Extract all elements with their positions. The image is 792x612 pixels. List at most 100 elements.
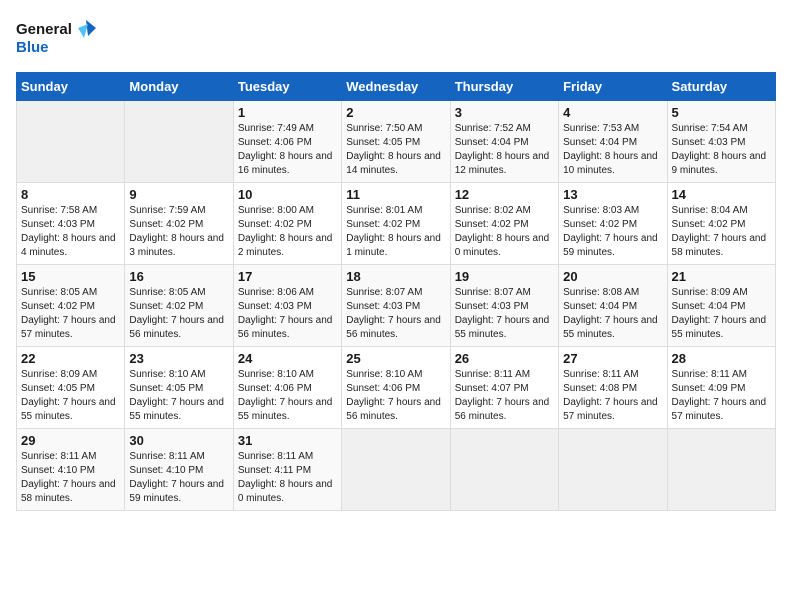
day-info: Sunrise: 8:10 AMSunset: 4:06 PMDaylight:… xyxy=(346,368,445,424)
day-number: 28 xyxy=(672,351,771,366)
calendar-body: 1 Sunrise: 7:49 AMSunset: 4:06 PMDaylight… xyxy=(17,101,776,511)
day-info: Sunrise: 7:54 AMSunset: 4:03 PMDaylight:… xyxy=(672,122,771,178)
day-number: 8 xyxy=(21,187,120,202)
calendar-cell: 26 Sunrise: 8:11 AMSunset: 4:07 PMDayligh… xyxy=(450,347,558,429)
day-info: Sunrise: 8:05 AMSunset: 4:02 PMDaylight:… xyxy=(129,286,228,342)
day-info: Sunrise: 8:07 AMSunset: 4:03 PMDaylight:… xyxy=(346,286,445,342)
day-number: 30 xyxy=(129,433,228,448)
day-number: 12 xyxy=(455,187,554,202)
day-info: Sunrise: 8:08 AMSunset: 4:04 PMDaylight:… xyxy=(563,286,662,342)
day-number: 27 xyxy=(563,351,662,366)
calendar-cell: 31Sunrise: 8:11 AMSunset: 4:11 PMDayligh… xyxy=(233,429,341,511)
day-info: Sunrise: 8:11 AMSunset: 4:11 PMDaylight:… xyxy=(238,450,337,506)
calendar-cell: 14 Sunrise: 8:04 AMSunset: 4:02 PMDayligh… xyxy=(667,183,775,265)
day-info: Sunrise: 7:53 AMSunset: 4:04 PMDaylight:… xyxy=(563,122,662,178)
calendar-cell: 9Sunrise: 7:59 AMSunset: 4:02 PMDaylight… xyxy=(125,183,233,265)
calendar-cell xyxy=(667,429,775,511)
day-info: Sunrise: 8:09 AMSunset: 4:05 PMDaylight:… xyxy=(21,368,120,424)
day-number: 15 xyxy=(21,269,120,284)
day-info: Sunrise: 7:49 AMSunset: 4:06 PMDaylight:… xyxy=(238,122,337,178)
logo: General Blue xyxy=(16,16,96,60)
day-number: 4 xyxy=(563,105,662,120)
calendar-cell: 2 Sunrise: 7:50 AMSunset: 4:05 PMDaylight… xyxy=(342,101,450,183)
day-number: 25 xyxy=(346,351,445,366)
calendar-cell: 15 Sunrise: 8:05 AMSunset: 4:02 PMDayligh… xyxy=(17,265,125,347)
calendar-cell xyxy=(125,101,233,183)
weekday-header-sunday: Sunday xyxy=(17,73,125,101)
calendar-week-5: 29 Sunrise: 8:11 AMSunset: 4:10 PMDayligh… xyxy=(17,429,776,511)
day-info: Sunrise: 8:03 AMSunset: 4:02 PMDaylight:… xyxy=(563,204,662,260)
day-number: 9 xyxy=(129,187,228,202)
day-info: Sunrise: 8:04 AMSunset: 4:02 PMDaylight:… xyxy=(672,204,771,260)
weekday-header-friday: Friday xyxy=(559,73,667,101)
day-number: 13 xyxy=(563,187,662,202)
day-number: 11 xyxy=(346,187,445,202)
weekday-header-monday: Monday xyxy=(125,73,233,101)
day-info: Sunrise: 7:52 AMSunset: 4:04 PMDaylight:… xyxy=(455,122,554,178)
day-info: Sunrise: 7:58 AMSunset: 4:03 PMDaylight:… xyxy=(21,204,120,260)
calendar-cell: 25 Sunrise: 8:10 AMSunset: 4:06 PMDayligh… xyxy=(342,347,450,429)
day-info: Sunrise: 8:11 AMSunset: 4:07 PMDaylight:… xyxy=(455,368,554,424)
day-number: 10 xyxy=(238,187,337,202)
calendar-cell: 23Sunrise: 8:10 AMSunset: 4:05 PMDayligh… xyxy=(125,347,233,429)
calendar-cell: 4 Sunrise: 7:53 AMSunset: 4:04 PMDaylight… xyxy=(559,101,667,183)
calendar-cell: 21Sunrise: 8:09 AMSunset: 4:04 PMDayligh… xyxy=(667,265,775,347)
calendar-cell: 28 Sunrise: 8:11 AMSunset: 4:09 PMDayligh… xyxy=(667,347,775,429)
calendar-cell: 8 Sunrise: 7:58 AMSunset: 4:03 PMDaylight… xyxy=(17,183,125,265)
calendar-cell: 29 Sunrise: 8:11 AMSunset: 4:10 PMDayligh… xyxy=(17,429,125,511)
weekday-row: SundayMondayTuesdayWednesdayThursdayFrid… xyxy=(17,73,776,101)
calendar-cell: 11Sunrise: 8:01 AMSunset: 4:02 PMDayligh… xyxy=(342,183,450,265)
day-number: 26 xyxy=(455,351,554,366)
day-number: 5 xyxy=(672,105,771,120)
day-number: 3 xyxy=(455,105,554,120)
day-number: 18 xyxy=(346,269,445,284)
calendar-cell: 17Sunrise: 8:06 AMSunset: 4:03 PMDayligh… xyxy=(233,265,341,347)
calendar-week-3: 15 Sunrise: 8:05 AMSunset: 4:02 PMDayligh… xyxy=(17,265,776,347)
calendar-cell: 1 Sunrise: 7:49 AMSunset: 4:06 PMDaylight… xyxy=(233,101,341,183)
calendar-cell: 10 Sunrise: 8:00 AMSunset: 4:02 PMDayligh… xyxy=(233,183,341,265)
day-number: 22 xyxy=(21,351,120,366)
day-info: Sunrise: 8:11 AMSunset: 4:08 PMDaylight:… xyxy=(563,368,662,424)
calendar-cell xyxy=(450,429,558,511)
weekday-header-tuesday: Tuesday xyxy=(233,73,341,101)
calendar-cell xyxy=(559,429,667,511)
day-number: 29 xyxy=(21,433,120,448)
day-number: 14 xyxy=(672,187,771,202)
calendar-week-1: 1 Sunrise: 7:49 AMSunset: 4:06 PMDaylight… xyxy=(17,101,776,183)
calendar-table: SundayMondayTuesdayWednesdayThursdayFrid… xyxy=(16,72,776,511)
day-info: Sunrise: 8:11 AMSunset: 4:10 PMDaylight:… xyxy=(21,450,120,506)
day-number: 23 xyxy=(129,351,228,366)
day-number: 24 xyxy=(238,351,337,366)
weekday-header-wednesday: Wednesday xyxy=(342,73,450,101)
calendar-week-4: 22 Sunrise: 8:09 AMSunset: 4:05 PMDayligh… xyxy=(17,347,776,429)
day-info: Sunrise: 8:00 AMSunset: 4:02 PMDaylight:… xyxy=(238,204,337,260)
calendar-cell: 3 Sunrise: 7:52 AMSunset: 4:04 PMDaylight… xyxy=(450,101,558,183)
calendar-cell: 22 Sunrise: 8:09 AMSunset: 4:05 PMDayligh… xyxy=(17,347,125,429)
svg-text:General: General xyxy=(16,21,72,38)
day-info: Sunrise: 8:05 AMSunset: 4:02 PMDaylight:… xyxy=(21,286,120,342)
calendar-cell: 5 Sunrise: 7:54 AMSunset: 4:03 PMDaylight… xyxy=(667,101,775,183)
day-info: Sunrise: 8:10 AMSunset: 4:06 PMDaylight:… xyxy=(238,368,337,424)
weekday-header-thursday: Thursday xyxy=(450,73,558,101)
weekday-header-saturday: Saturday xyxy=(667,73,775,101)
calendar-header: SundayMondayTuesdayWednesdayThursdayFrid… xyxy=(17,73,776,101)
day-info: Sunrise: 8:07 AMSunset: 4:03 PMDaylight:… xyxy=(455,286,554,342)
day-info: Sunrise: 8:09 AMSunset: 4:04 PMDaylight:… xyxy=(672,286,771,342)
day-info: Sunrise: 8:11 AMSunset: 4:09 PMDaylight:… xyxy=(672,368,771,424)
calendar-cell xyxy=(342,429,450,511)
page-header: General Blue xyxy=(16,16,776,60)
day-number: 1 xyxy=(238,105,337,120)
day-number: 20 xyxy=(563,269,662,284)
calendar-cell: 27 Sunrise: 8:11 AMSunset: 4:08 PMDayligh… xyxy=(559,347,667,429)
day-info: Sunrise: 7:50 AMSunset: 4:05 PMDaylight:… xyxy=(346,122,445,178)
day-info: Sunrise: 8:02 AMSunset: 4:02 PMDaylight:… xyxy=(455,204,554,260)
calendar-cell: 30 Sunrise: 8:11 AMSunset: 4:10 PMDayligh… xyxy=(125,429,233,511)
day-number: 2 xyxy=(346,105,445,120)
day-number: 17 xyxy=(238,269,337,284)
calendar-cell: 24 Sunrise: 8:10 AMSunset: 4:06 PMDayligh… xyxy=(233,347,341,429)
calendar-week-2: 8 Sunrise: 7:58 AMSunset: 4:03 PMDaylight… xyxy=(17,183,776,265)
day-info: Sunrise: 8:11 AMSunset: 4:10 PMDaylight:… xyxy=(129,450,228,506)
calendar-cell: 16Sunrise: 8:05 AMSunset: 4:02 PMDayligh… xyxy=(125,265,233,347)
calendar-cell: 20 Sunrise: 8:08 AMSunset: 4:04 PMDayligh… xyxy=(559,265,667,347)
svg-text:Blue: Blue xyxy=(16,39,49,56)
